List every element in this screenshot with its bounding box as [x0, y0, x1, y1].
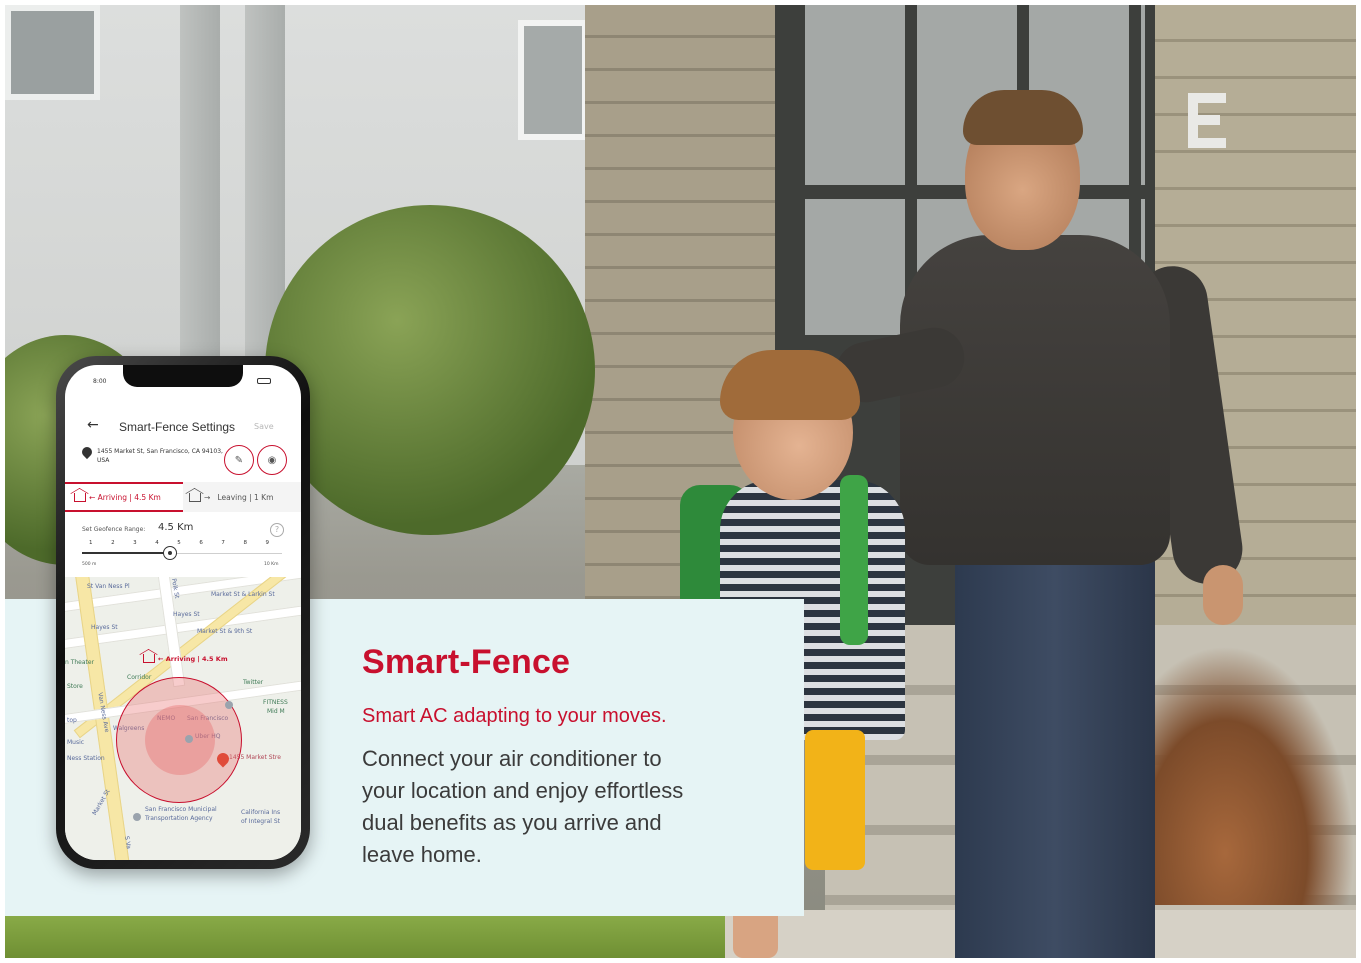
globe-icon: ◉	[267, 454, 277, 466]
map-poi-icon	[133, 813, 141, 821]
geofence-center-zone	[145, 705, 215, 775]
tab-leaving-label: Leaving | 1 Km	[217, 492, 274, 502]
map-label: Hayes St	[91, 624, 118, 631]
save-button[interactable]: Save	[254, 422, 274, 431]
range-label: Set Geofence Range:	[82, 526, 146, 533]
man-hand	[1203, 565, 1243, 625]
help-icon[interactable]: ?	[270, 523, 284, 537]
map-badge-label: Arriving | 4.5 Km	[165, 654, 228, 663]
lawn	[5, 910, 725, 958]
location-pin-icon	[79, 444, 95, 460]
man-jeans	[955, 545, 1155, 958]
map-label: of Integral St	[241, 818, 280, 825]
map-label: Market St & 9th St	[197, 628, 253, 635]
map-label: Music	[67, 739, 85, 746]
battery-icon	[257, 378, 271, 384]
map-label: FITNESS	[263, 699, 288, 706]
map-label: Twitter	[243, 679, 264, 686]
tick-label: 3	[133, 540, 137, 546]
kid-backpack-strap	[840, 475, 868, 645]
tab-leaving-arrow: →	[204, 492, 218, 502]
map-label: Market St & Larkin St	[211, 591, 275, 598]
range-slider-thumb[interactable]	[163, 546, 177, 560]
kid-hair	[720, 350, 860, 420]
range-value: 4.5 Km	[158, 522, 194, 533]
map-poi-icon	[185, 735, 193, 743]
map-label: Mid M	[267, 708, 285, 715]
map-label: San Francisco Municipal	[145, 806, 217, 813]
tick-label: 9	[265, 540, 270, 546]
address-text: 1455 Market St, San Francisco, CA 94103,…	[97, 448, 223, 464]
map-view-button[interactable]: ◉	[257, 445, 287, 475]
house-number-sign	[1188, 93, 1226, 148]
map-label: Store	[67, 683, 83, 690]
map-label: Hayes St	[173, 611, 200, 618]
home-leave-icon	[189, 492, 201, 502]
range-slider-fill	[82, 552, 164, 554]
map-arriving-badge: ← Arriving | 4.5 Km	[143, 654, 228, 663]
map-label: Transportation Agency	[145, 815, 213, 822]
house-window	[518, 20, 588, 140]
tick-label: 4	[155, 540, 159, 546]
man-shirt	[900, 235, 1170, 565]
tick-label: 5	[177, 540, 181, 546]
shrub	[265, 205, 595, 535]
map-label: n Theater	[65, 659, 95, 666]
home-arrive-icon	[143, 654, 155, 663]
address-row: 1455 Market St, San Francisco, CA 94103,…	[65, 443, 301, 483]
map-label: St Van Ness Pl	[87, 583, 130, 590]
range-max-label: 10 Km	[264, 562, 279, 567]
geofence-map[interactable]: St Van Ness Pl Polk St Market St & Larki…	[65, 577, 301, 860]
geofence-tabs: ← Arriving | 4.5 Km → Leaving | 1 Km	[65, 482, 301, 512]
tick-label: 7	[221, 540, 225, 546]
tick-label: 6	[199, 540, 203, 546]
tab-arriving-label: Arriving | 4.5 Km	[97, 492, 161, 502]
phone-notch	[123, 365, 243, 387]
tick-label: 2	[111, 540, 115, 546]
tab-arriving[interactable]: ← Arriving | 4.5 Km	[65, 482, 183, 512]
kid-shorts	[805, 730, 865, 870]
range-ticks: 1 2 3 4 5 6 7 8 9	[89, 540, 269, 546]
house-window	[5, 5, 100, 100]
map-label: Ness Station	[67, 755, 105, 762]
tick-label: 8	[243, 540, 247, 546]
man-hair	[963, 90, 1083, 145]
map-label: S Va	[122, 835, 133, 850]
feature-description: Connect your air conditioner to your loc…	[362, 746, 684, 867]
edit-icon: ✎	[234, 454, 244, 466]
map-label: California Ins	[241, 809, 281, 816]
map-poi-icon	[225, 701, 233, 709]
tab-arriving-arrow: ←	[89, 492, 98, 502]
phone-screen: 8:00 ← Smart-Fence Settings Save 1455 Ma…	[65, 365, 301, 860]
map-label: top	[67, 717, 77, 724]
tab-leaving[interactable]: → Leaving | 1 Km	[183, 482, 301, 512]
feature-subtitle: Smart AC adapting to your moves.	[362, 705, 667, 727]
status-time: 8:00	[93, 378, 107, 385]
map-badge-arrow: ←	[158, 654, 166, 663]
edit-address-button[interactable]: ✎	[224, 445, 254, 475]
back-arrow-icon[interactable]: ←	[87, 417, 99, 433]
tick-label: 1	[89, 540, 93, 546]
map-label: Corridor	[127, 674, 152, 681]
screen-title: Smart-Fence Settings	[119, 420, 236, 434]
range-min-label: 500 m	[82, 562, 97, 567]
geofence-range: Set Geofence Range: 4.5 Km ? 1 2 3 4 5 6…	[65, 517, 301, 577]
home-arrive-icon	[74, 492, 86, 502]
app-nav-bar: ← Smart-Fence Settings Save	[65, 415, 301, 441]
phone-mockup: 8:00 ← Smart-Fence Settings Save 1455 Ma…	[56, 356, 310, 869]
feature-title: Smart-Fence	[362, 643, 571, 681]
